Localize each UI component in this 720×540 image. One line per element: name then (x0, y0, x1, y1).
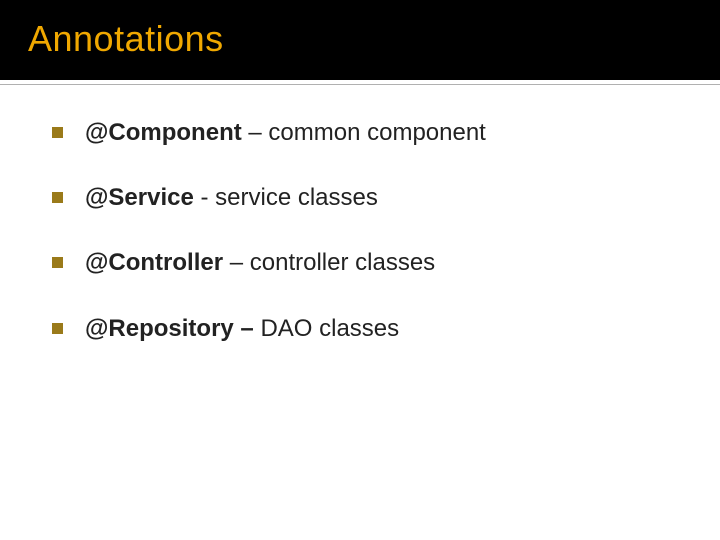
bullet-icon (52, 127, 63, 138)
slide: Annotations @Component – common componen… (0, 0, 720, 540)
list-item-text: @Service - service classes (85, 182, 378, 213)
slide-body: @Component – common component @Service -… (0, 85, 720, 540)
annotation-name: @Component (85, 119, 242, 146)
bullet-icon (52, 257, 63, 268)
list-item-text: @Repository – DAO classes (85, 313, 399, 344)
annotation-desc: common component (268, 119, 485, 146)
list-item: @Controller – controller classes (52, 247, 680, 278)
slide-title: Annotations (28, 18, 720, 60)
separator: - (194, 184, 215, 211)
annotation-name: @Service (85, 184, 194, 211)
bullet-icon (52, 192, 63, 203)
list-item-text: @Controller – controller classes (85, 247, 435, 278)
list-item: @Repository – DAO classes (52, 313, 680, 344)
annotation-desc: DAO classes (260, 315, 399, 342)
separator: – (242, 119, 269, 146)
annotation-name: @Repository – (85, 315, 254, 342)
annotation-desc: controller classes (250, 249, 435, 276)
list-item-text: @Component – common component (85, 117, 486, 148)
bullet-icon (52, 323, 63, 334)
slide-header: Annotations (0, 0, 720, 80)
annotation-desc: service classes (215, 184, 378, 211)
annotation-name: @Controller (85, 249, 223, 276)
list-item: @Component – common component (52, 117, 680, 148)
list-item: @Service - service classes (52, 182, 680, 213)
separator: – (223, 249, 250, 276)
